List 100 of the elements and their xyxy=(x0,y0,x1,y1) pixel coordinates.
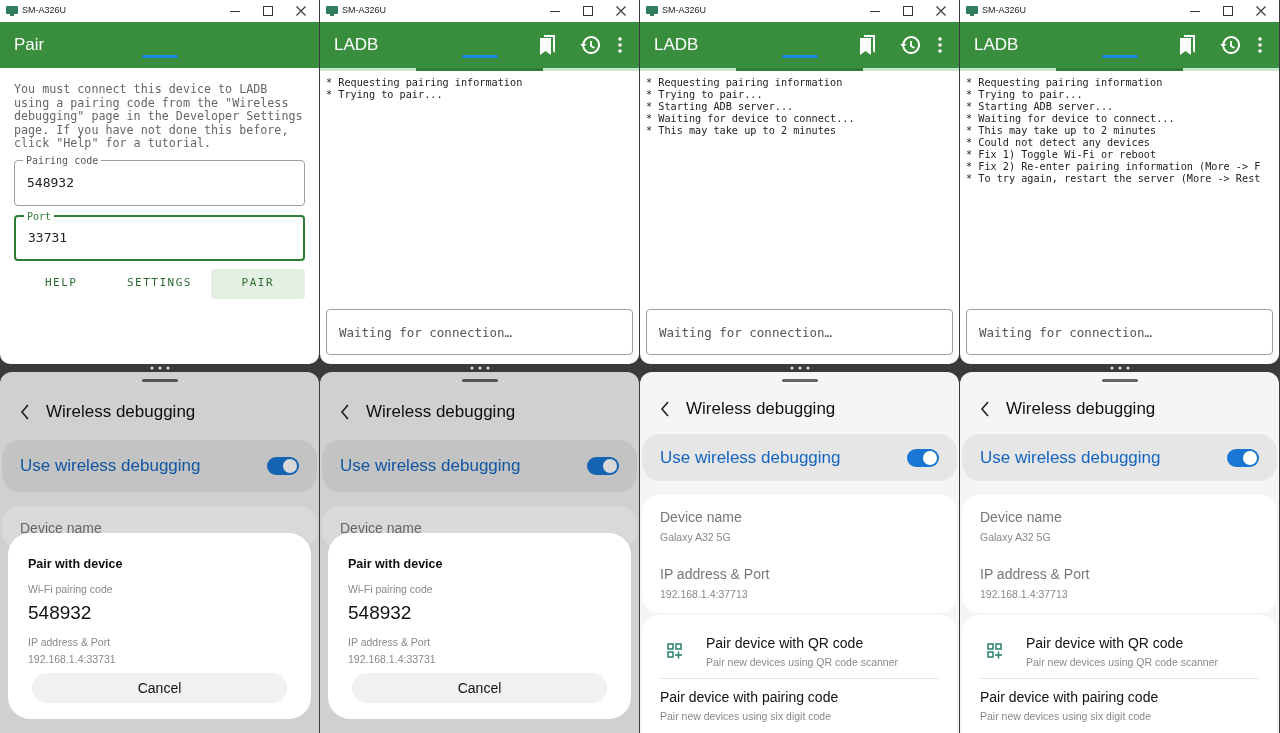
drag-handle-icon[interactable] xyxy=(148,366,171,370)
toggle-switch[interactable] xyxy=(587,457,619,475)
text-button[interactable]: PAIR xyxy=(210,268,305,299)
log-line: * Waiting for device to connect... xyxy=(966,113,1176,125)
drag-handle-icon[interactable] xyxy=(468,366,491,370)
bookmarks-icon[interactable] xyxy=(859,35,877,55)
drag-indicator xyxy=(1102,55,1138,58)
history-icon[interactable] xyxy=(1220,36,1240,54)
text-button[interactable]: HELP xyxy=(14,268,109,299)
history-icon[interactable] xyxy=(580,36,600,54)
ip-address-text: 192.168.1.4:33731 xyxy=(348,652,437,668)
back-icon[interactable] xyxy=(660,400,670,417)
cancel-button[interactable]: Cancel xyxy=(32,673,287,703)
back-icon[interactable] xyxy=(20,404,30,420)
option-title: Pair device with pairing code xyxy=(660,688,839,708)
log-line: * Could not detect any devices xyxy=(966,137,1151,149)
settings-title: Wireless debugging xyxy=(686,397,836,420)
option-title: Pair device with QR code xyxy=(1026,633,1185,653)
qr-code-icon xyxy=(987,643,1003,660)
bookmarks-icon[interactable] xyxy=(539,35,557,55)
option-title: Pair device with QR code xyxy=(706,633,865,653)
option-subtitle: Pair new devices using six digit code xyxy=(980,709,1152,725)
bookmarks-icon[interactable] xyxy=(1179,35,1197,55)
pairing-code-text: 548932 xyxy=(348,601,413,625)
close-icon[interactable] xyxy=(615,5,627,17)
toggle-label: Use wireless debugging xyxy=(660,446,842,469)
app-bar-title: LADB xyxy=(334,34,379,57)
settings-option[interactable]: Pair device with QR code Pair new devices using QR code scanner xyxy=(660,624,939,680)
info-label: Device name xyxy=(980,508,1063,527)
maximize-icon[interactable] xyxy=(902,5,914,17)
log-line: * This may take up to 2 minutes xyxy=(646,125,838,137)
log-line: * Trying to pair... xyxy=(326,89,444,101)
app-bar-title: LADB xyxy=(654,34,699,57)
info-label: IP address & Port xyxy=(980,564,1091,584)
back-icon[interactable] xyxy=(340,404,350,420)
log-line: * To try again, restart the server (More -> Rest xyxy=(966,173,1262,185)
instructions-text: You must connect this device to LADB using a pairing code from the "Wireless debugging" page in the Developer Settings page. If you have not done this before, click "Help" for a tutorial. xyxy=(14,83,304,151)
info-label: Device name xyxy=(340,519,423,538)
command-field[interactable]: Waiting for connection… xyxy=(646,309,953,355)
sheet-handle[interactable] xyxy=(781,379,818,382)
toggle-switch[interactable] xyxy=(267,457,299,475)
window-title: SM-A326U xyxy=(342,4,387,18)
toggle-row[interactable]: Use wireless debugging xyxy=(322,440,637,492)
toggle-row[interactable]: Use wireless debugging xyxy=(642,434,957,481)
app-icon xyxy=(646,6,658,16)
settings-option[interactable]: Pair device with pairing code Pair new devices using six digit code xyxy=(980,679,1259,733)
close-icon[interactable] xyxy=(295,5,307,17)
settings-title: Wireless debugging xyxy=(1006,397,1156,420)
cancel-button[interactable]: Cancel xyxy=(352,673,607,703)
more-options-icon[interactable] xyxy=(1258,37,1262,53)
drag-handle-icon[interactable] xyxy=(1108,366,1131,370)
settings-option[interactable]: Pair device with pairing code Pair new devices using six digit code xyxy=(660,679,939,733)
toggle-switch[interactable] xyxy=(1227,448,1259,467)
log-line: * Requesting pairing information xyxy=(326,77,524,89)
info-label: Device name xyxy=(660,508,743,527)
toggle-row[interactable]: Use wireless debugging xyxy=(2,440,317,492)
log-line: * Requesting pairing information xyxy=(646,77,844,89)
maximize-icon[interactable] xyxy=(582,5,594,17)
app-bar-title: LADB xyxy=(974,34,1019,57)
dialog-label: IP address & Port xyxy=(28,634,112,650)
toggle-label: Use wireless debugging xyxy=(980,446,1162,469)
more-options-icon[interactable] xyxy=(618,37,622,53)
app-bar-title: Pair xyxy=(14,34,45,57)
log-line: * Fix 2) Re-enter pairing information (More -> F xyxy=(966,161,1262,173)
window-title: SM-A326U xyxy=(662,4,707,18)
log-line: * Fix 1) Toggle Wi-Fi or reboot xyxy=(966,149,1158,161)
settings-option[interactable]: Pair device with QR code Pair new devices using QR code scanner xyxy=(980,624,1259,680)
command-field[interactable]: Waiting for connection… xyxy=(326,309,633,355)
log-line: * Requesting pairing information xyxy=(966,77,1164,89)
sheet-handle[interactable] xyxy=(1101,379,1138,382)
log-line: * Waiting for device to connect... xyxy=(646,113,856,125)
app-icon xyxy=(6,6,18,16)
dialog-title: Pair with device xyxy=(28,555,124,573)
toggle-switch[interactable] xyxy=(907,448,939,467)
maximize-icon[interactable] xyxy=(1222,5,1234,17)
close-icon[interactable] xyxy=(935,5,947,17)
log-line: * Trying to pair... xyxy=(646,89,764,101)
info-value: Galaxy A32 5G xyxy=(980,530,1052,545)
text-button[interactable]: SETTINGS xyxy=(112,268,207,299)
history-icon[interactable] xyxy=(900,36,920,54)
more-options-icon[interactable] xyxy=(938,37,942,53)
sheet-handle[interactable] xyxy=(461,379,498,382)
field-value: 548932 xyxy=(27,173,74,192)
info-value: 192.168.1.4:37713 xyxy=(660,586,749,602)
app-icon xyxy=(326,6,338,16)
dialog-title: Pair with device xyxy=(348,555,444,573)
drag-handle-icon[interactable] xyxy=(788,366,811,370)
settings-title: Wireless debugging xyxy=(46,401,196,424)
back-icon[interactable] xyxy=(980,400,990,417)
field-value: 33731 xyxy=(28,228,68,247)
log-line: * Starting ADB server... xyxy=(966,101,1115,113)
pairing-code-text: 548932 xyxy=(28,601,93,625)
toggle-label: Use wireless debugging xyxy=(20,455,202,478)
drag-indicator xyxy=(462,55,498,58)
command-field[interactable]: Waiting for connection… xyxy=(966,309,1273,355)
sheet-handle[interactable] xyxy=(141,379,178,382)
toggle-row[interactable]: Use wireless debugging xyxy=(962,434,1277,481)
maximize-icon[interactable] xyxy=(262,5,274,17)
close-icon[interactable] xyxy=(1255,5,1267,17)
option-title: Pair device with pairing code xyxy=(980,688,1159,708)
